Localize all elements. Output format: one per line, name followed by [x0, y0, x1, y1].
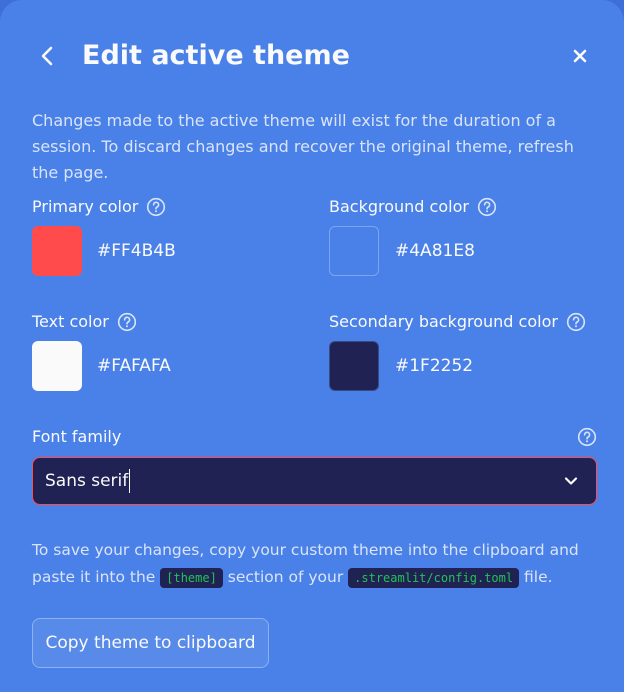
background-color-hex: #4A81E8 [395, 241, 475, 261]
chevron-down-icon [564, 477, 578, 485]
background-color-label: Background color [329, 196, 497, 218]
background-color-swatch[interactable] [329, 226, 379, 276]
primary-color-label: Primary color [32, 196, 166, 218]
text-color-hex: #FAFAFA [97, 356, 171, 376]
question-circle-icon[interactable] [146, 197, 166, 217]
secondary-background-color-hex: #1F2252 [395, 356, 474, 376]
text-caret [129, 469, 131, 493]
question-circle-icon[interactable] [577, 427, 597, 447]
question-circle-icon[interactable] [117, 312, 137, 332]
font-family-label: Font family [32, 427, 122, 446]
question-circle-icon[interactable] [477, 197, 497, 217]
secondary-background-color-label-text: Secondary background color [329, 312, 558, 331]
primary-color-swatch[interactable] [32, 226, 82, 276]
primary-color-label-text: Primary color [32, 197, 139, 216]
font-family-select-value: Sans serif [45, 469, 131, 493]
copy-theme-button[interactable]: Copy theme to clipboard [32, 618, 269, 668]
text-color-swatch[interactable] [32, 341, 82, 391]
primary-color-hex: #FF4B4B [97, 241, 176, 261]
dialog-header: Edit active theme [0, 0, 624, 112]
theme-section-code: [theme] [160, 568, 223, 588]
font-family-select[interactable]: Sans serif [32, 457, 597, 505]
instructions-text-3: file. [519, 568, 553, 586]
text-color-label: Text color [32, 311, 137, 333]
config-file-code: .streamlit/config.toml [348, 568, 520, 588]
background-color-label-text: Background color [329, 197, 469, 216]
close-button[interactable] [566, 42, 594, 70]
back-button[interactable] [32, 38, 62, 74]
instructions-text-2: section of your [222, 568, 349, 586]
secondary-background-color-label: Secondary background color [329, 311, 586, 333]
theme-description: Changes made to the active theme will ex… [32, 111, 574, 182]
close-icon [573, 49, 587, 63]
secondary-background-color-swatch[interactable] [329, 341, 379, 391]
dialog-title: Edit active theme [82, 40, 350, 71]
question-circle-icon[interactable] [566, 312, 586, 332]
edit-theme-dialog: Edit active theme Changes made to the ac… [0, 0, 624, 692]
text-color-label-text: Text color [32, 312, 109, 331]
chevron-left-icon [41, 46, 53, 66]
save-instructions: To save your changes, copy your custom t… [32, 537, 602, 592]
font-family-value-text: Sans serif [45, 471, 129, 491]
